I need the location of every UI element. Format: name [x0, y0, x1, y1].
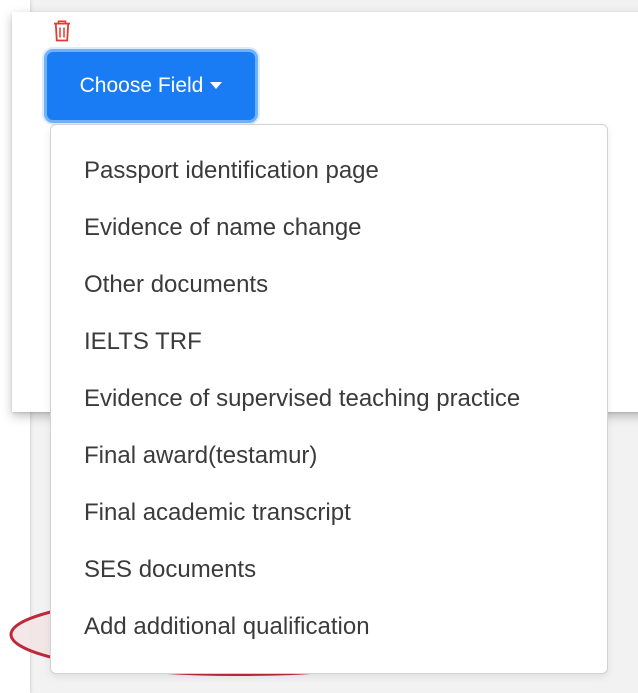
caret-down-icon [210, 81, 223, 89]
menu-item-ses-documents[interactable]: SES documents [84, 556, 256, 584]
menu-item-evidence-of-supervised-teaching-practice[interactable]: Evidence of supervised teaching practice [84, 385, 520, 413]
menu-item-ielts-trf[interactable]: IELTS TRF [84, 328, 202, 356]
menu-item-evidence-of-name-change[interactable]: Evidence of name change [84, 214, 362, 242]
menu-item-add-additional-qualification[interactable]: Add additional qualification [84, 613, 370, 641]
menu-item-other-documents[interactable]: Other documents [84, 271, 268, 299]
menu-item-final-academic-transcript[interactable]: Final academic transcript [84, 499, 351, 527]
menu-item-final-award[interactable]: Final award(testamur) [84, 442, 317, 470]
choose-field-button[interactable]: Choose Field [44, 49, 258, 123]
choose-field-label: Choose Field [79, 74, 204, 97]
field-dropdown-menu: Passport identification page Evidence of… [50, 124, 608, 674]
trash-icon[interactable] [52, 20, 72, 42]
menu-item-passport-identification-page[interactable]: Passport identification page [84, 157, 379, 185]
